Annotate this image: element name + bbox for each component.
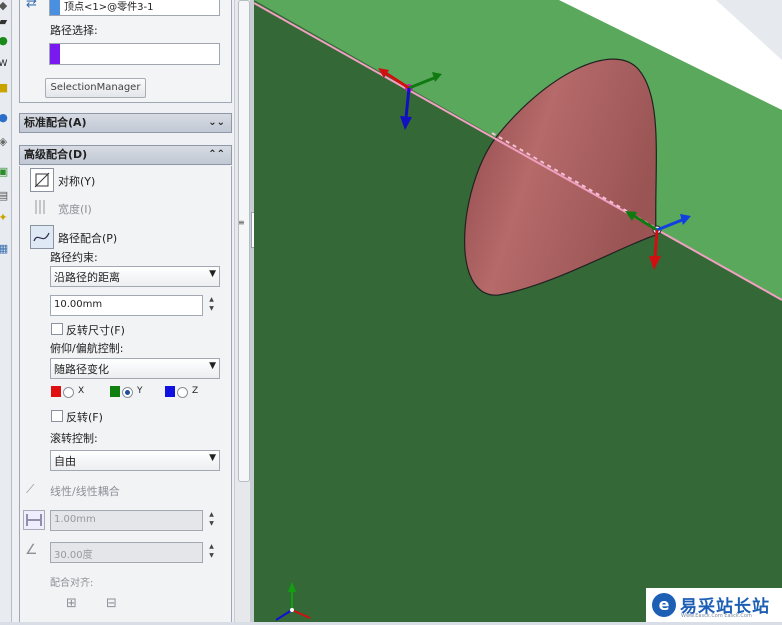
collapse-chevron-icon[interactable]: ⌃⌃	[208, 146, 225, 164]
distance-spinner[interactable]: 10.00mm ▲ ▼	[50, 295, 218, 316]
width-mate-icon	[30, 196, 52, 218]
spinner-arrows-icon[interactable]: ▲ ▼	[205, 295, 218, 314]
flip-checkbox[interactable]	[51, 410, 63, 422]
toolbar-icon-10[interactable]: ✦	[0, 212, 9, 224]
angle-value-spinner: 30.00度 ▲ ▼	[50, 542, 218, 563]
roll-control-value: 自由	[54, 455, 76, 468]
x-axis-radio[interactable]	[63, 387, 74, 398]
linear-coupler-label: 线性/线性耦合	[50, 485, 120, 498]
vertex-selection-field[interactable]: 顶点<1>@零件3-1	[49, 0, 220, 16]
toolbar-icon-4[interactable]: W	[0, 58, 9, 70]
roll-control-label: 滚转控制:	[50, 432, 98, 445]
angle-value-input: 30.00度	[50, 542, 203, 563]
advanced-mates-body: 对称(Y) 宽度(I) 路径配合(P) 路径约束: 沿路径的距离 ▼ 10.00…	[19, 166, 232, 622]
linear-value-spinner: 1.00mm ▲ ▼	[50, 510, 218, 531]
left-toolbar-strip: ◆ ▰ ● W ■ ● ◈ ▣ ▤ ✦ ▦	[0, 0, 12, 622]
roll-control-dropdown[interactable]: 自由 ▼	[50, 450, 220, 471]
y-axis-color-swatch	[110, 386, 120, 397]
path-mate-icon[interactable]	[30, 225, 54, 249]
symmetric-mate-icon[interactable]	[30, 168, 54, 192]
property-manager-panel: ⇄ 顶点<1>@零件3-1 路径选择: SelectionManager 标准配…	[12, 0, 234, 622]
pitch-yaw-label: 俯仰/偏航控制:	[50, 342, 124, 355]
selections-group: ⇄ 顶点<1>@零件3-1 路径选择: SelectionManager	[19, 0, 232, 103]
path-selection-field[interactable]	[49, 43, 220, 65]
vertex-selection-value: 顶点<1>@零件3-1	[64, 2, 154, 13]
path-constraint-label: 路径约束:	[50, 251, 98, 264]
y-axis-radio[interactable]	[122, 387, 133, 398]
scroll-grip-icon: ≡	[238, 218, 245, 227]
panel-scrollbar[interactable]: ≡	[234, 0, 251, 622]
distance-input[interactable]: 10.00mm	[50, 295, 203, 316]
y-axis-label: Y	[137, 386, 143, 396]
path-constraint-dropdown[interactable]: 沿路径的距离 ▼	[50, 266, 220, 287]
mate-alignment-label: 配合对齐:	[50, 578, 94, 589]
linear-value-input: 1.00mm	[50, 510, 203, 531]
toolbar-icon-5[interactable]: ■	[0, 82, 9, 94]
linear-coupler-icon: ⟋	[26, 482, 35, 496]
z-axis-label: Z	[192, 386, 199, 396]
expand-chevron-icon[interactable]: ⌄⌄	[208, 114, 225, 132]
distance-value: 10.00mm	[54, 299, 103, 310]
standard-mates-header[interactable]: 标准配合(A) ⌄⌄	[19, 113, 232, 133]
swap-selection-icon[interactable]: ⇄	[26, 0, 37, 11]
vertex-color-swatch	[50, 0, 60, 15]
spinner-arrows-icon: ▲ ▼	[209, 511, 214, 527]
watermark-logo: e 易采站长站 Www.Easck.Com Easck.Com	[646, 588, 782, 622]
pitch-yaw-value: 随路径变化	[54, 363, 109, 376]
advanced-mates-title: 高级配合(D)	[24, 148, 88, 161]
toolbar-icon-1[interactable]: ◆	[0, 0, 9, 12]
path-mate-label[interactable]: 路径配合(P)	[58, 230, 117, 246]
watermark-logo-icon: e	[652, 593, 676, 617]
angle-value: 30.00度	[54, 550, 93, 561]
dropdown-arrow-icon: ▼	[209, 453, 216, 463]
toolbar-icon-9[interactable]: ▤	[0, 190, 9, 202]
aligned-icon: ⊞	[66, 596, 77, 611]
flip-dimension-checkbox[interactable]	[51, 323, 63, 335]
linear-distance-icon	[23, 510, 45, 530]
angle-icon: ∠	[25, 542, 38, 558]
symmetric-mate-label[interactable]: 对称(Y)	[58, 173, 95, 189]
path-selection-label: 路径选择:	[50, 24, 98, 37]
path-constraint-value: 沿路径的距离	[54, 271, 120, 284]
watermark-subtitle: Www.Easck.Com Easck.Com	[681, 613, 752, 619]
flip-label: 反转(F)	[66, 411, 103, 424]
toolbar-icon-3[interactable]: ●	[0, 35, 9, 47]
dropdown-arrow-icon: ▼	[209, 269, 216, 279]
toolbar-icon-6[interactable]: ●	[0, 112, 9, 124]
toolbar-icon-8[interactable]: ▣	[0, 166, 9, 178]
x-axis-color-swatch	[51, 386, 61, 397]
linear-value: 1.00mm	[54, 514, 96, 525]
anti-aligned-icon: ⊟	[106, 596, 117, 611]
toolbar-icon-7[interactable]: ◈	[0, 136, 9, 148]
dropdown-arrow-icon: ▼	[209, 361, 216, 371]
scrollbar-thumb[interactable]	[238, 0, 250, 482]
z-axis-radio[interactable]	[177, 387, 188, 398]
pitch-yaw-dropdown[interactable]: 随路径变化 ▼	[50, 358, 220, 379]
z-axis-color-swatch	[165, 386, 175, 397]
flip-dimension-label: 反转尺寸(F)	[66, 324, 125, 337]
x-axis-label: X	[78, 386, 85, 396]
advanced-mates-header[interactable]: 高级配合(D) ⌃⌃	[19, 145, 232, 165]
selection-manager-button[interactable]: SelectionManager	[45, 78, 146, 98]
toolbar-icon-11[interactable]: ▦	[0, 243, 9, 255]
path-color-swatch	[50, 44, 60, 64]
graphics-viewport[interactable]: e 易采站长站 Www.Easck.Com Easck.Com	[253, 0, 782, 622]
standard-mates-title: 标准配合(A)	[24, 116, 87, 129]
width-mate-label: 宽度(I)	[58, 203, 92, 216]
toolbar-icon-2[interactable]: ▰	[0, 16, 9, 28]
spinner-arrows-icon: ▲ ▼	[209, 543, 214, 559]
